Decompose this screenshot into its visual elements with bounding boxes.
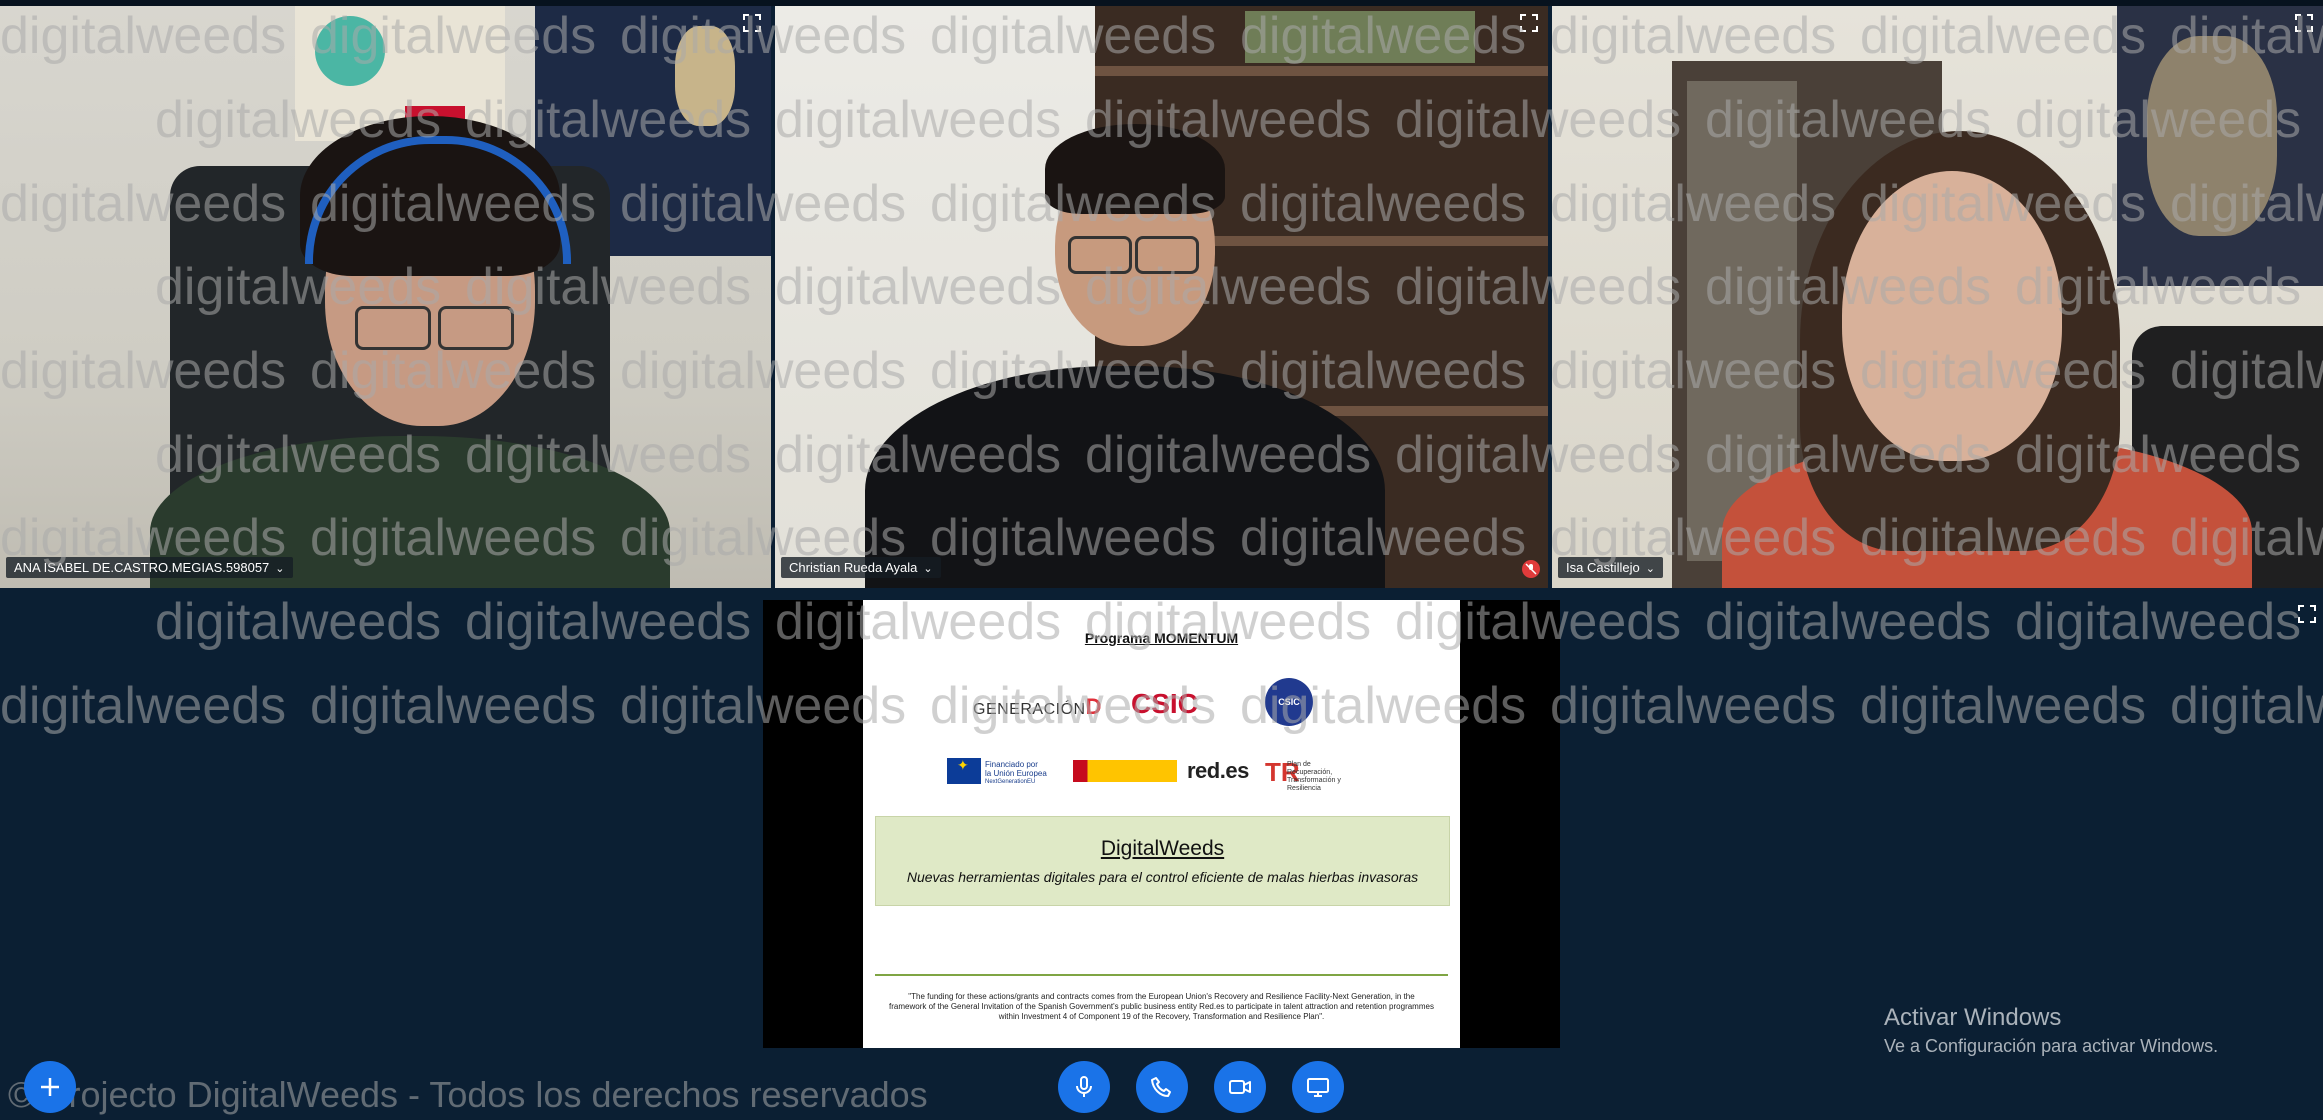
- watermark-text: digitalweeds: [2015, 593, 2302, 651]
- chevron-down-icon: ⌄: [923, 563, 933, 575]
- project-title-box: DigitalWeeds Nuevas herramientas digital…: [875, 816, 1450, 906]
- spanish-government-logo: [1073, 760, 1177, 782]
- copyright-watermark: © Projecto DigitalWeeds - Todos los dere…: [8, 1074, 928, 1115]
- chevron-down-icon: ⌄: [275, 563, 285, 575]
- watermark-text: digitalweeds: [465, 593, 752, 651]
- eu-funding-logo: Financiado por la Unión Europea NextGene…: [947, 758, 1047, 785]
- recovery-plan-logo: TR Plan de Recuperación, Transformación …: [1265, 757, 1341, 792]
- person-hair: [1045, 124, 1225, 214]
- mic-off-icon: [1522, 560, 1540, 578]
- watermark-text: digitalweeds: [1705, 593, 1992, 651]
- phone-icon: [1151, 1077, 1171, 1097]
- chevron-down-icon: ⌄: [1645, 563, 1655, 575]
- presentation-slide: Programa MOMENTUM GENERACIÓND CSIC CSIC …: [863, 600, 1460, 1048]
- participant-name: ANA ISABEL DE.CASTRO.MEGIAS.598057: [14, 560, 270, 575]
- project-subtitle: Nuevas herramientas digitales para el co…: [906, 869, 1419, 885]
- shared-screen[interactable]: Programa MOMENTUM GENERACIÓND CSIC CSIC …: [763, 600, 1560, 1048]
- csic-logo: CSIC: [1131, 688, 1198, 719]
- participant-name: Christian Rueda Ayala: [789, 560, 918, 575]
- watermark-text: digitalweeds: [310, 677, 597, 735]
- video-toggle-button[interactable]: [1214, 1061, 1266, 1113]
- add-button[interactable]: [24, 1061, 76, 1113]
- eu-flag-icon: [947, 758, 981, 784]
- watermark-text: digitalweeds: [1550, 677, 1837, 735]
- redes-logo: red.es: [1187, 758, 1249, 783]
- person-face: [1842, 171, 2062, 461]
- expand-icon[interactable]: [741, 14, 763, 36]
- watermark-text: digitalweeds: [2170, 677, 2323, 735]
- windows-activation-notice: Activar Windows Ve a Configuración para …: [1884, 1004, 2218, 1057]
- divider: [875, 974, 1448, 976]
- participant-name-label[interactable]: ANA ISABEL DE.CASTRO.MEGIAS.598057 ⌄: [6, 557, 293, 578]
- logo-row-top: GENERACIÓND CSIC CSIC: [973, 678, 1353, 730]
- generacion-logo: GENERACIÓND: [973, 694, 1102, 719]
- video-tile-isa[interactable]: Isa Castillejo ⌄: [1552, 6, 2323, 588]
- video-tile-ana[interactable]: ANA ISABEL DE.CASTRO.MEGIAS.598057 ⌄: [0, 6, 771, 588]
- wall-map: [2117, 6, 2323, 286]
- video-tile-christian[interactable]: Christian Rueda Ayala ⌄: [775, 6, 1548, 588]
- activation-title: Activar Windows: [1884, 1004, 2062, 1031]
- screen-share-button[interactable]: [1292, 1061, 1344, 1113]
- funding-footnote: "The funding for these actions/grants an…: [889, 992, 1434, 1021]
- slide-title: Programa MOMENTUM: [1084, 630, 1239, 646]
- video-call-window: ANA ISABEL DE.CASTRO.MEGIAS.598057 ⌄ Chri…: [0, 0, 2323, 1120]
- participant-name-label[interactable]: Christian Rueda Ayala ⌄: [781, 557, 941, 578]
- expand-icon[interactable]: [2293, 14, 2315, 36]
- watermark-text: digitalweeds: [0, 677, 287, 735]
- expand-icon[interactable]: [1518, 14, 1540, 36]
- person-body: [865, 366, 1385, 588]
- add-icon: [41, 1078, 59, 1096]
- hangup-button[interactable]: [1136, 1061, 1188, 1113]
- microphone-button[interactable]: [1058, 1061, 1110, 1113]
- watermark-text: digitalweeds: [1860, 677, 2147, 735]
- expand-icon[interactable]: [2296, 605, 2318, 627]
- logo-row-funding: Financiado por la Unión Europea NextGene…: [947, 756, 1387, 792]
- csic-seal-logo: CSIC: [1265, 678, 1313, 726]
- activation-subtitle: Ve a Configuración para activar Windows.: [1884, 1036, 2219, 1056]
- watermark-text: digitalweeds: [155, 593, 442, 651]
- video-camera-icon: [1229, 1080, 1251, 1094]
- project-title: DigitalWeeds: [1100, 837, 1225, 860]
- microphone-icon: [1076, 1076, 1092, 1097]
- screen-share-icon: [1307, 1078, 1329, 1097]
- participant-name-label[interactable]: Isa Castillejo ⌄: [1558, 557, 1663, 578]
- participant-name: Isa Castillejo: [1566, 560, 1640, 575]
